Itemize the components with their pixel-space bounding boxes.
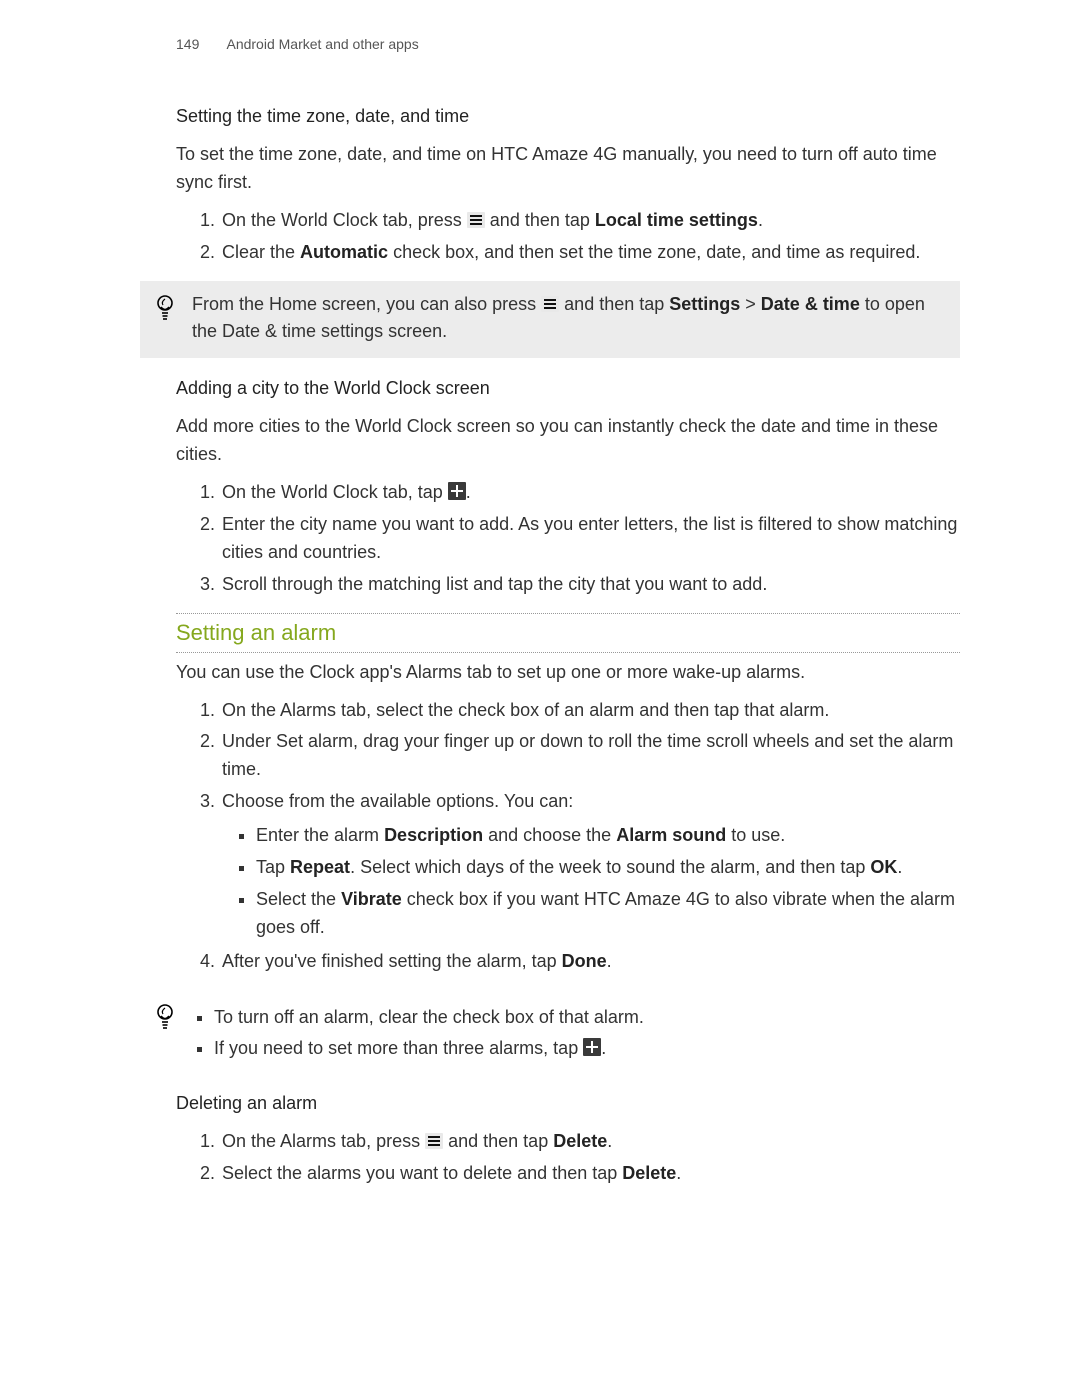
header-section-title: Android Market and other apps <box>226 36 418 52</box>
text: Select the alarms you want to delete and… <box>222 1163 622 1183</box>
divider <box>176 652 960 653</box>
label-date-time: Date & time <box>761 294 860 314</box>
option-vibrate: Select the Vibrate check box if you want… <box>256 886 960 942</box>
bulb-icon <box>154 1002 176 1035</box>
step-3: Scroll through the matching list and tap… <box>220 571 960 599</box>
label-repeat: Repeat <box>290 857 350 877</box>
label-description: Description <box>384 825 483 845</box>
tip-content: From the Home screen, you can also press… <box>192 291 946 347</box>
alarm-options: Enter the alarm Description and choose t… <box>222 822 960 942</box>
divider <box>176 613 960 614</box>
tip-content: To turn off an alarm, clear the check bo… <box>192 1000 946 1068</box>
text: Select the <box>256 889 341 909</box>
page-header: 149 Android Market and other apps <box>176 36 960 52</box>
intro-timezone: To set the time zone, date, and time on … <box>176 141 960 197</box>
step-4: After you've finished setting the alarm,… <box>220 948 960 976</box>
text: . <box>607 951 612 971</box>
step-1: On the Alarms tab, press and then tap De… <box>220 1128 960 1156</box>
tip-more-alarms: If you need to set more than three alarm… <box>214 1035 946 1063</box>
step-2: Enter the city name you want to add. As … <box>220 511 960 567</box>
text: . <box>897 857 902 877</box>
label-done: Done <box>562 951 607 971</box>
text: Tap <box>256 857 290 877</box>
tip-turn-off: To turn off an alarm, clear the check bo… <box>214 1004 946 1032</box>
document-page: 149 Android Market and other apps Settin… <box>0 0 1080 1397</box>
text: and then tap <box>490 210 595 230</box>
label-vibrate: Vibrate <box>341 889 402 909</box>
bulb-icon <box>154 293 176 326</box>
tip-list: To turn off an alarm, clear the check bo… <box>192 1004 946 1064</box>
step-2: Select the alarms you want to delete and… <box>220 1160 960 1188</box>
steps-timezone: On the World Clock tab, press and then t… <box>176 207 960 267</box>
text: Choose from the available options. You c… <box>222 791 573 811</box>
text: . <box>601 1038 606 1058</box>
step-3: Choose from the available options. You c… <box>220 788 960 941</box>
option-repeat: Tap Repeat. Select which days of the wee… <box>256 854 960 882</box>
tip-box: To turn off an alarm, clear the check bo… <box>140 990 960 1080</box>
subheading-add-city: Adding a city to the World Clock screen <box>176 378 960 399</box>
text: to use. <box>726 825 785 845</box>
option-description: Enter the alarm Description and choose t… <box>256 822 960 850</box>
text: After you've finished setting the alarm,… <box>222 951 562 971</box>
menu-icon <box>467 212 485 228</box>
label-delete: Delete <box>553 1131 607 1151</box>
text: . <box>607 1131 612 1151</box>
step-1: On the Alarms tab, select the check box … <box>220 697 960 725</box>
subheading-timezone: Setting the time zone, date, and time <box>176 106 960 127</box>
label-local-time-settings: Local time settings <box>595 210 758 230</box>
plus-icon <box>448 482 466 500</box>
step-1: On the World Clock tab, press and then t… <box>220 207 960 235</box>
label-ok: OK <box>870 857 897 877</box>
text: Clear the <box>222 242 300 262</box>
text: . <box>758 210 763 230</box>
step-2: Under Set alarm, drag your finger up or … <box>220 728 960 784</box>
text: Enter the alarm <box>256 825 384 845</box>
text: > <box>740 294 761 314</box>
label-alarm-sound: Alarm sound <box>616 825 726 845</box>
label-automatic: Automatic <box>300 242 388 262</box>
step-2: Clear the Automatic check box, and then … <box>220 239 960 267</box>
intro-add-city: Add more cities to the World Clock scree… <box>176 413 960 469</box>
menu-icon <box>425 1133 443 1149</box>
text: . Select which days of the week to sound… <box>350 857 870 877</box>
page-content: 149 Android Market and other apps Settin… <box>176 36 960 1188</box>
steps-alarm: On the Alarms tab, select the check box … <box>176 697 960 976</box>
label-settings: Settings <box>669 294 740 314</box>
subheading-deleting-alarm: Deleting an alarm <box>176 1093 960 1114</box>
tip-box: From the Home screen, you can also press… <box>140 281 960 359</box>
text: and then tap <box>448 1131 553 1151</box>
heading-setting-alarm: Setting an alarm <box>176 620 960 646</box>
text: . <box>466 482 471 502</box>
plus-icon <box>583 1038 601 1056</box>
text: From the Home screen, you can also press <box>192 294 541 314</box>
menu-icon <box>541 296 559 312</box>
text: If you need to set more than three alarm… <box>214 1038 583 1058</box>
intro-alarm: You can use the Clock app's Alarms tab t… <box>176 659 960 687</box>
label-delete: Delete <box>622 1163 676 1183</box>
text: On the Alarms tab, press <box>222 1131 425 1151</box>
text: and choose the <box>483 825 616 845</box>
text: check box, and then set the time zone, d… <box>388 242 920 262</box>
text: On the World Clock tab, press <box>222 210 467 230</box>
steps-add-city: On the World Clock tab, tap . Enter the … <box>176 479 960 599</box>
text: and then tap <box>564 294 669 314</box>
page-number: 149 <box>176 36 199 52</box>
text: . <box>676 1163 681 1183</box>
steps-delete-alarm: On the Alarms tab, press and then tap De… <box>176 1128 960 1188</box>
step-1: On the World Clock tab, tap . <box>220 479 960 507</box>
text: On the World Clock tab, tap <box>222 482 448 502</box>
